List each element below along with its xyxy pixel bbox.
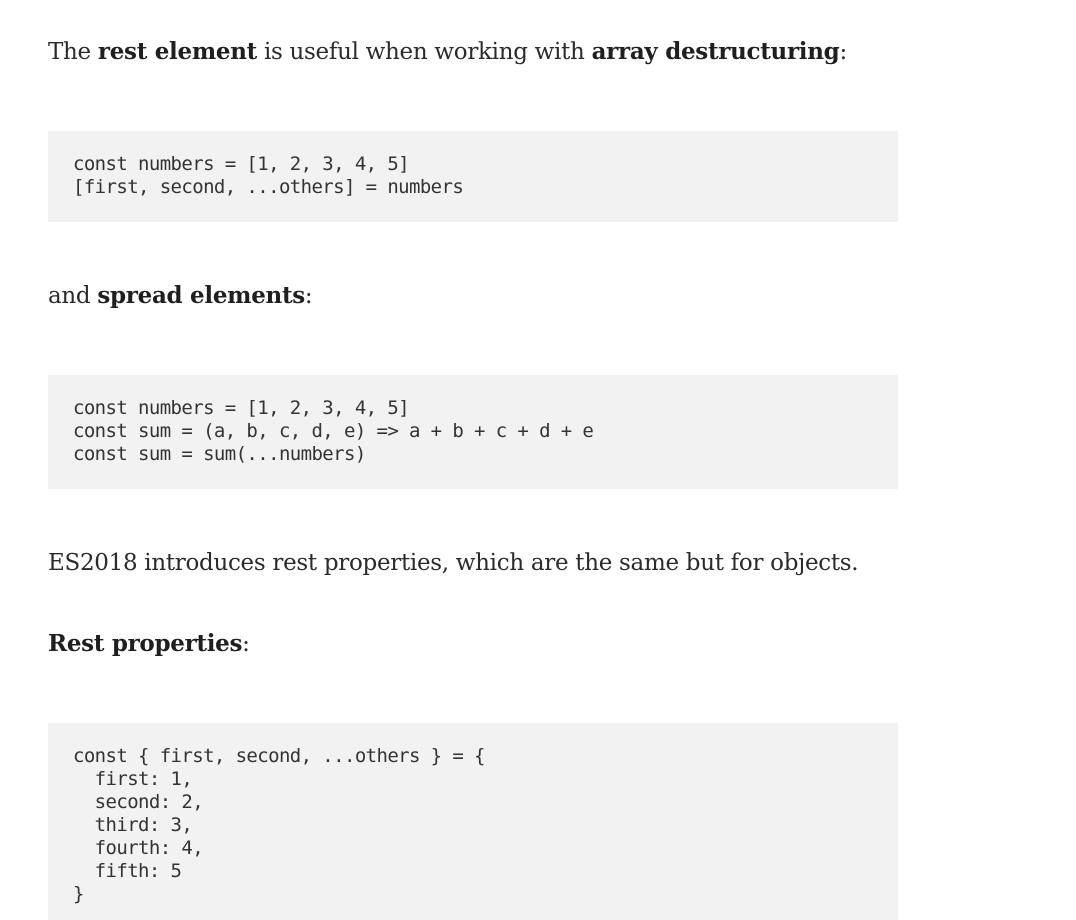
code-block-array-destructuring: const numbers = [1, 2, 3, 4, 5] [first, …: [48, 131, 898, 222]
text-segment: and: [48, 283, 98, 309]
strong-array-destructuring: array destructuring: [591, 38, 840, 65]
paragraph-es2018: ES2018 introduces rest properties, which…: [48, 550, 859, 576]
strong-rest-element: rest element: [97, 38, 257, 65]
text-segment: :: [839, 39, 847, 65]
code-text: const { first, second, ...others } = { f…: [73, 745, 485, 905]
code-text: const numbers = [1, 2, 3, 4, 5] const su…: [73, 397, 594, 465]
strong-spread-elements: spread elements: [97, 282, 305, 309]
heading-rest-properties: Rest properties:: [48, 629, 250, 659]
code-block-rest-properties: const { first, second, ...others } = { f…: [48, 723, 898, 920]
code-block-spread-elements: const numbers = [1, 2, 3, 4, 5] const su…: [48, 375, 898, 489]
text-segment: :: [242, 631, 250, 657]
text-segment: The: [48, 39, 98, 65]
code-text: const numbers = [1, 2, 3, 4, 5] [first, …: [73, 153, 464, 198]
strong-rest-properties: Rest properties: [48, 630, 243, 657]
text-segment: :: [304, 283, 313, 309]
text-segment: is useful when working with: [256, 39, 592, 65]
paragraph-spread-elements: and spread elements:: [48, 281, 313, 311]
paragraph-rest-element: The rest element is useful when working …: [48, 37, 847, 67]
